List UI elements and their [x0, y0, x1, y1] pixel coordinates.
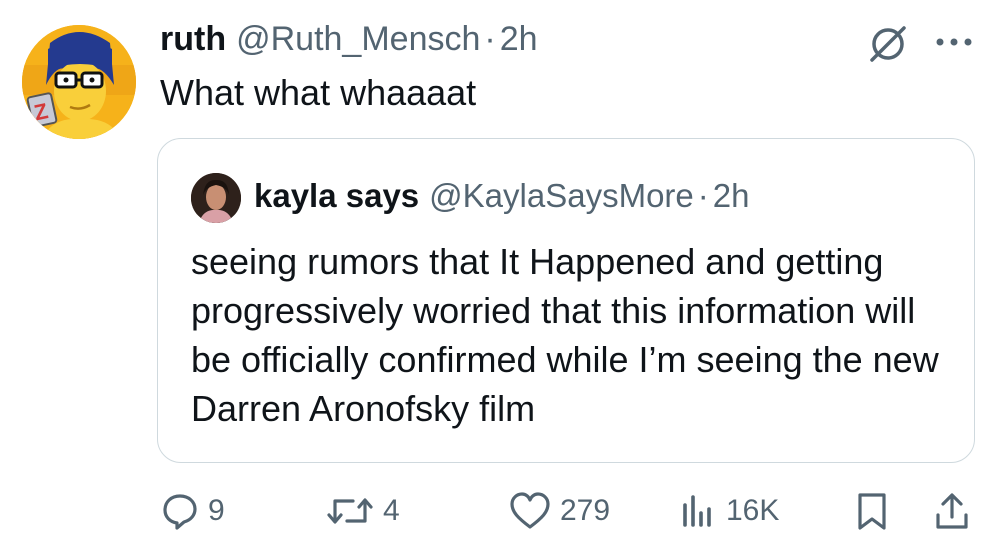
- quoted-text: seeing rumors that It Happened and getti…: [191, 241, 939, 429]
- repost-count: 4: [383, 494, 400, 527]
- avatar-image: Z: [22, 25, 136, 139]
- tweet-text: What what whaaaat: [160, 72, 477, 113]
- share-button[interactable]: [932, 491, 972, 531]
- grok-icon[interactable]: [866, 22, 910, 66]
- author-handle[interactable]: @Ruth_Mensch: [236, 20, 480, 59]
- more-icon[interactable]: [932, 32, 976, 52]
- separator: ·: [484, 20, 496, 58]
- views-count: 16K: [726, 494, 780, 527]
- quoted-author-name[interactable]: kayla says: [254, 177, 419, 215]
- reply-count: 9: [208, 494, 225, 527]
- tweet-header: ruth @Ruth_Mensch · 2h: [160, 20, 538, 60]
- quoted-author-handle[interactable]: @KaylaSaysMore: [429, 177, 694, 215]
- reply-button[interactable]: 9: [160, 491, 225, 531]
- quoted-separator: ·: [697, 177, 709, 214]
- avatar[interactable]: Z: [22, 25, 136, 139]
- reply-icon: [163, 494, 197, 530]
- author-name[interactable]: ruth: [160, 20, 226, 59]
- bookmark-button[interactable]: [852, 491, 892, 531]
- like-button[interactable]: 279: [508, 491, 610, 531]
- bookmark-icon: [858, 493, 886, 530]
- quoted-tweet[interactable]: kayla says @KaylaSaysMore · 2h seeing ru…: [157, 138, 975, 463]
- views-icon: [683, 495, 711, 527]
- share-icon: [936, 493, 968, 529]
- quoted-header: kayla says @KaylaSaysMore · 2h: [254, 177, 750, 215]
- quoted-time[interactable]: 2h: [713, 177, 750, 215]
- repost-button[interactable]: 4: [325, 491, 400, 531]
- views-button[interactable]: 16K: [678, 491, 779, 531]
- like-icon: [510, 492, 550, 529]
- quoted-avatar-image: [191, 173, 241, 223]
- action-bar: 9 4 279 16K: [0, 475, 1000, 545]
- repost-icon: [327, 498, 373, 524]
- like-count: 279: [560, 494, 611, 527]
- tweet-time[interactable]: 2h: [500, 20, 538, 59]
- quoted-avatar[interactable]: [191, 173, 241, 223]
